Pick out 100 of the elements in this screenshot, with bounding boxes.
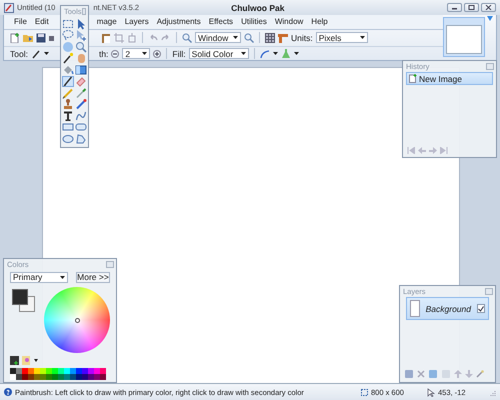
caret-icon[interactable] [294, 52, 299, 56]
arrow-plus-tool[interactable] [75, 30, 87, 41]
ellipse-tool[interactable] [62, 133, 74, 144]
visibility-checkbox[interactable] [477, 304, 485, 313]
menu-item[interactable]: Adjustments [152, 17, 205, 26]
palette-swatch[interactable] [82, 374, 88, 380]
text-tool-tool[interactable] [62, 110, 74, 122]
palette-swatch[interactable] [40, 374, 46, 380]
palette-swatch[interactable] [64, 374, 70, 380]
last-step-icon[interactable] [440, 147, 448, 154]
redo-icon[interactable] [161, 32, 171, 43]
duplicate-layer-icon[interactable] [428, 369, 438, 379]
add-color-icon[interactable] [10, 356, 19, 365]
palette-swatch[interactable] [46, 368, 52, 374]
palette-swatch[interactable] [46, 374, 52, 380]
palette-swatch[interactable] [76, 374, 82, 380]
resize-grip-icon[interactable] [488, 388, 496, 396]
plus-icon[interactable] [153, 50, 162, 58]
arrow-pointer-tool[interactable] [75, 18, 87, 30]
save-icon[interactable] [36, 32, 46, 43]
palette-swatch[interactable] [100, 374, 106, 380]
zoom-in-icon[interactable] [244, 32, 254, 43]
up-arrow-icon[interactable] [454, 370, 462, 378]
delete-icon[interactable] [417, 370, 425, 378]
minimize-button[interactable] [447, 3, 462, 12]
caret-icon[interactable] [34, 358, 38, 362]
merge-layer-icon[interactable] [441, 369, 451, 379]
color-mode-dropdown[interactable]: Primary [10, 272, 68, 283]
gradient-tool[interactable] [75, 64, 87, 76]
palette-swatch[interactable] [88, 374, 94, 380]
palette-swatch[interactable] [88, 368, 94, 374]
zoom-dropdown[interactable]: Window [195, 32, 241, 44]
brush-width-dropdown[interactable]: 2 [122, 48, 150, 60]
history-item[interactable]: New Image [406, 72, 493, 85]
palette-swatch[interactable] [10, 374, 16, 380]
grid-icon[interactable] [265, 32, 275, 43]
recolor-brush-tool[interactable] [75, 98, 87, 110]
palette-swatch[interactable] [34, 374, 40, 380]
palette-swatch[interactable] [40, 368, 46, 374]
palette-swatch[interactable] [70, 374, 76, 380]
redo-icon[interactable] [429, 147, 437, 154]
palette-swatch[interactable] [22, 374, 28, 380]
menu-item[interactable]: Layers [120, 17, 153, 26]
zoom-out-icon[interactable] [182, 32, 192, 43]
units-dropdown[interactable]: Pixels [316, 32, 368, 44]
primary-color-swatch[interactable] [12, 288, 28, 305]
undo-icon[interactable] [418, 147, 426, 154]
palette-swatch[interactable] [10, 368, 16, 374]
palette-swatch[interactable] [16, 368, 22, 374]
more-button[interactable]: More >> [76, 272, 110, 283]
layer-item[interactable]: Background [406, 297, 489, 320]
caret-icon[interactable] [272, 52, 278, 56]
dashed-rectangle-tool[interactable] [62, 18, 74, 30]
undo-icon[interactable] [148, 32, 158, 43]
paintbrush-icon[interactable] [30, 48, 41, 59]
palette-swatch[interactable] [70, 368, 76, 374]
menu-item[interactable]: File [10, 17, 31, 26]
rectangle-tool[interactable] [62, 122, 74, 133]
menu-item[interactable]: Utilities [237, 17, 271, 26]
stamp-tool[interactable] [62, 98, 74, 110]
palette-swatch[interactable] [52, 374, 58, 380]
curve-tool[interactable] [75, 110, 87, 122]
minus-icon[interactable] [111, 50, 120, 58]
palette-swatch[interactable] [22, 368, 28, 374]
palette-swatch[interactable] [58, 374, 64, 380]
close-button[interactable] [481, 3, 496, 12]
new-file-icon[interactable] [10, 32, 20, 43]
palette-swatch[interactable] [76, 368, 82, 374]
add-layer-icon[interactable] [404, 369, 414, 379]
palette-swatch[interactable] [58, 368, 64, 374]
palette-swatch[interactable] [94, 368, 100, 374]
menu-item[interactable]: mage [92, 17, 121, 26]
palette-swatch[interactable] [28, 368, 34, 374]
menu-item[interactable]: Effects [204, 17, 238, 26]
freeform-shape-tool[interactable] [75, 133, 87, 144]
clipboard-icon[interactable] [101, 32, 111, 43]
palette-swatch[interactable] [100, 368, 106, 374]
first-step-icon[interactable] [407, 147, 415, 154]
maximize-button[interactable] [464, 3, 479, 12]
palette-swatch[interactable] [94, 374, 100, 380]
rounded-rectangle-tool[interactable] [75, 122, 87, 133]
crop-icon[interactable] [114, 32, 124, 43]
palette-swatch[interactable] [52, 368, 58, 374]
curve-icon[interactable] [260, 48, 270, 59]
properties-icon[interactable] [476, 370, 484, 378]
palette-swatch[interactable] [64, 368, 70, 374]
resize-icon[interactable] [127, 32, 137, 43]
menu-item[interactable]: Window [270, 17, 308, 26]
palette-swatch[interactable] [16, 374, 22, 380]
caret-icon[interactable] [44, 52, 49, 56]
menu-item[interactable]: Edit [30, 17, 53, 26]
menu-item[interactable]: Help [307, 17, 332, 26]
wand-tool[interactable] [62, 52, 74, 64]
paintbrush-tool[interactable] [62, 76, 74, 87]
lasso-tool[interactable] [62, 30, 74, 41]
palette-swatch[interactable] [34, 368, 40, 374]
folder-icon[interactable] [23, 32, 33, 43]
image-thumbnail[interactable] [443, 17, 485, 57]
fill-dropdown[interactable]: Solid Color [188, 48, 249, 60]
down-arrow-icon[interactable] [465, 370, 473, 378]
